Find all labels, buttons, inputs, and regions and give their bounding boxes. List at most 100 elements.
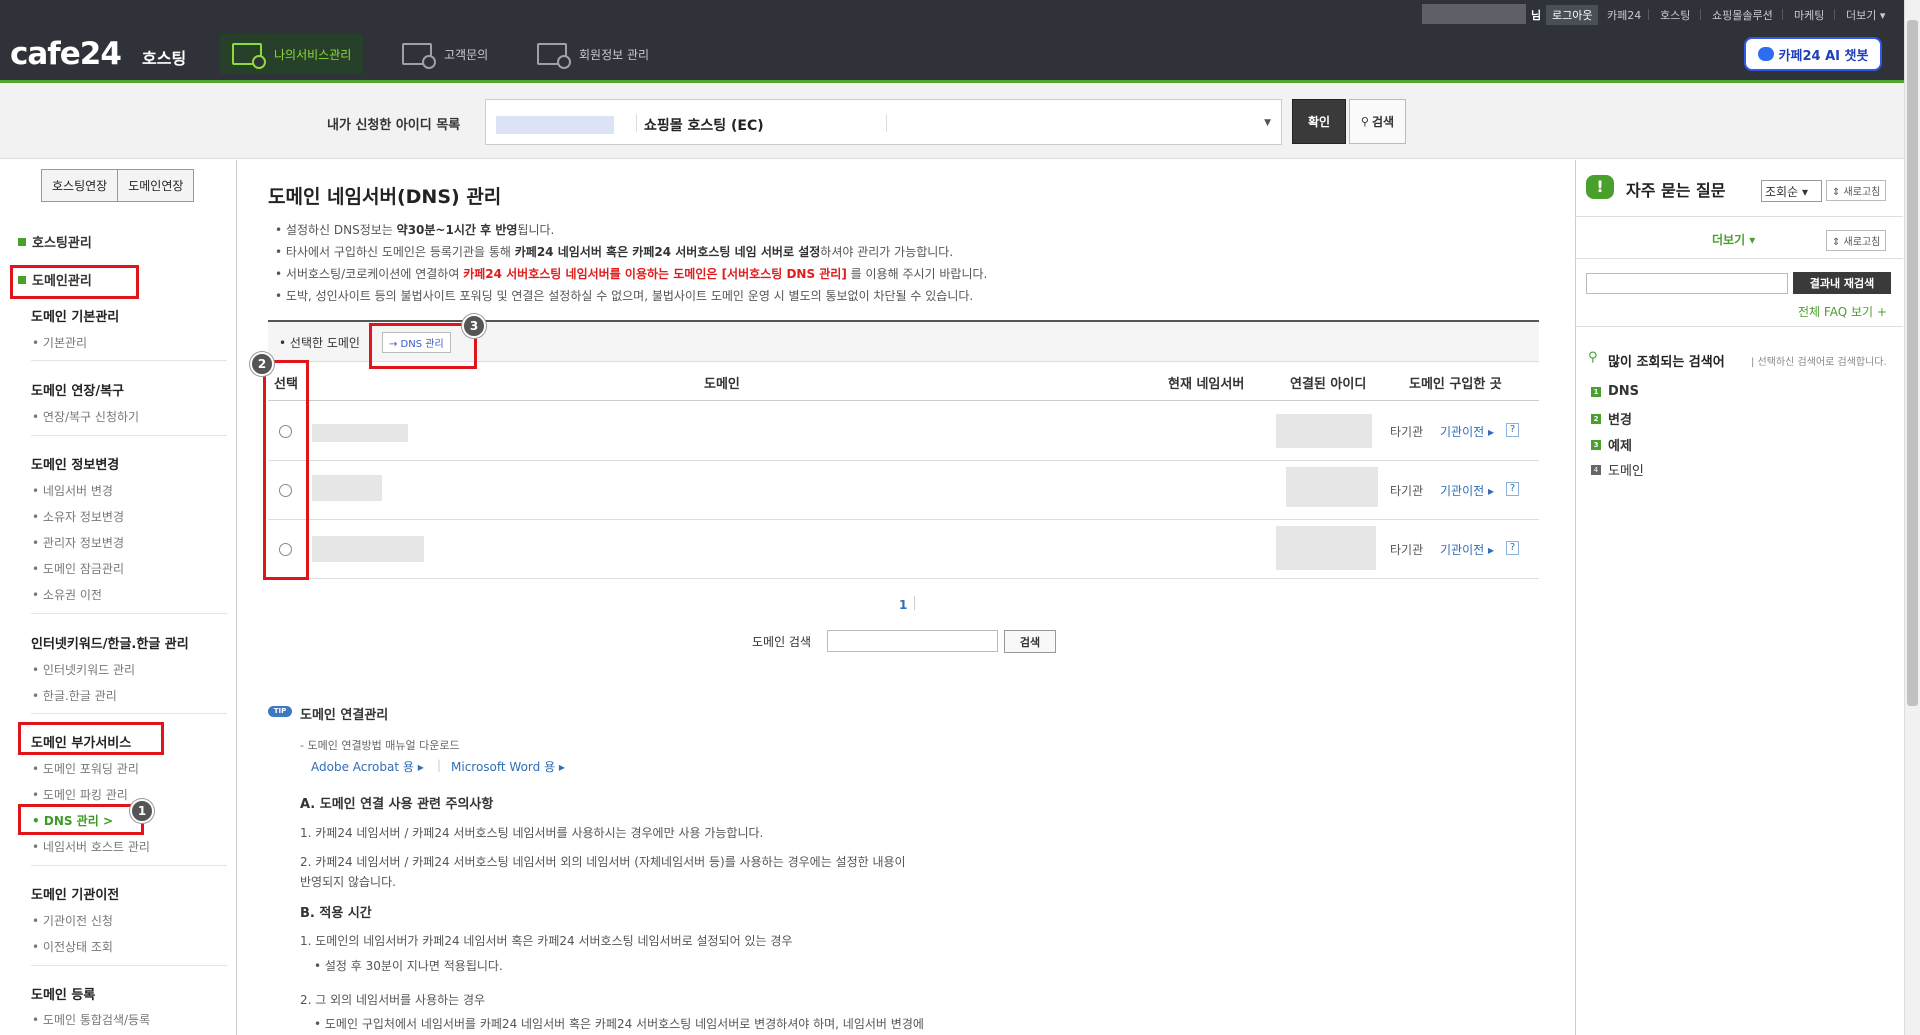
sidebar-item-owner[interactable]: • 소유자 정보변경 [32, 508, 124, 525]
tab-domain-extend[interactable]: 도메인연장 [118, 170, 193, 201]
sidebar-item-forwarding[interactable]: • 도메인 포워딩 관리 [32, 760, 139, 777]
sidebar-item-admin[interactable]: • 관리자 정보변경 [32, 534, 124, 551]
selected-domain-label: • 선택한 도메인 [279, 336, 360, 350]
transfer-link[interactable]: 기관이전 ▸ [1440, 482, 1494, 499]
id-select-bar: 내가 신청한 아이디 목록 쇼핑몰 호스팅 (EC) ▼ 확인 ⚲ 검색 [0, 83, 1920, 159]
keyword-item[interactable]: 4 도메인 [1591, 460, 1644, 479]
purchase-org: 타기관 [1390, 543, 1424, 557]
shop-solution-link[interactable]: 쇼핑몰솔루션 [1712, 7, 1773, 23]
sidebar-item-register[interactable]: • 도메인 통합검색/등록 [32, 1011, 150, 1028]
nav-member-info-label: 회원정보 관리 [579, 47, 650, 62]
highlight-dns-menu [18, 804, 144, 835]
sidebar-item-keyword[interactable]: • 인터넷키워드 관리 [32, 661, 135, 678]
sidebar-item-hosting-label: 호스팅관리 [32, 236, 92, 251]
word-link[interactable]: Microsoft Word 용 ▸ [451, 758, 565, 775]
table-row: 타기관 기관이전 ▸ ? [268, 461, 1539, 520]
group-keyword[interactable]: 인터넷키워드/한글.한글 관리 [31, 633, 189, 652]
chatbot-label: 카페24 AI 챗봇 [1778, 48, 1869, 64]
refresh-button[interactable]: ⇕ 새로고침 [1826, 230, 1887, 251]
highlight-domain-manage [10, 265, 139, 299]
section-a-1: 1. 카페24 네임서버 / 카페24 서버호스팅 네임서버를 사용하시는 경우… [300, 826, 764, 840]
sidebar-item-hosting[interactable]: 호스팅관리 [18, 232, 92, 251]
keyword-item[interactable]: 3 예제 [1591, 435, 1632, 454]
sidebar-item-ownership[interactable]: • 소유권 이전 [32, 586, 102, 603]
masked-id [496, 116, 614, 134]
purchase-org: 타기관 [1390, 425, 1424, 439]
sidebar-item-basic[interactable]: • 기본관리 [32, 334, 87, 351]
notice-1: • 설정하신 DNS정보는 약30분~1시간 후 반영됩니다. [275, 223, 555, 237]
help-icon[interactable]: ? [1506, 423, 1519, 437]
manual-download-text: - 도메인 연결방법 매뉴얼 다운로드 [300, 739, 460, 752]
monitor-gear-icon [232, 43, 266, 69]
section-b-1: 1. 도메인의 네임서버가 카페24 네임서버 혹은 카페24 서버호스팅 네임… [300, 934, 793, 948]
sidebar-item-nameserver[interactable]: • 네임서버 변경 [32, 482, 113, 499]
notice-3: • 서버호스팅/코로케이션에 연결하여 카페24 서버호스팅 네임서버를 이용하… [275, 267, 988, 281]
cafe24-logo[interactable]: cafe24 [10, 38, 122, 70]
col-purchased: 도메인 구입한 곳 [1409, 377, 1502, 392]
hosting-link[interactable]: 호스팅 [1660, 7, 1690, 23]
faq-search-input[interactable] [1586, 273, 1788, 294]
notice-2: • 타사에서 구입하신 도메인은 등록기관을 통해 카페24 네임서버 혹은 카… [275, 245, 954, 259]
square-bullet-icon [18, 237, 26, 246]
popular-keywords-desc: | 선택하신 검색어로 검색합니다. [1751, 357, 1887, 368]
sort-select[interactable]: 조회순 ▾ [1761, 180, 1822, 202]
result-search-button[interactable]: 결과내 재검색 [1793, 272, 1891, 294]
cafe24-link[interactable]: 카페24 [1607, 7, 1641, 23]
marketing-link[interactable]: 마케팅 [1794, 7, 1824, 23]
masked-id [1276, 526, 1376, 570]
sidebar-item-parking[interactable]: • 도메인 파킹 관리 [32, 786, 128, 803]
nav-customer-inquiry[interactable]: 고객문의 [390, 34, 500, 74]
help-icon[interactable]: ? [1506, 482, 1519, 496]
faq-more-link[interactable]: 더보기 ▾ [1712, 231, 1755, 248]
domain-search-input[interactable] [827, 630, 998, 652]
page-title: 도메인 네임서버(DNS) 관리 [268, 186, 502, 208]
sidebar-item-ns-host[interactable]: • 네임서버 호스트 관리 [32, 838, 150, 855]
sidebar-item-transfer-apply[interactable]: • 기관이전 신청 [32, 912, 113, 929]
table-row: 타기관 기관이전 ▸ ? [268, 520, 1539, 579]
tab-hosting-extend[interactable]: 호스팅연장 [42, 170, 119, 201]
transfer-link[interactable]: 기관이전 ▸ [1440, 541, 1494, 558]
section-b-2: 2. 그 외의 네임서버를 사용하는 경우 [300, 993, 486, 1007]
domain-search-button[interactable]: 검색 [1004, 630, 1056, 653]
logout-link[interactable]: 로그아웃 [1546, 5, 1599, 25]
refresh-button[interactable]: ⇕ 새로고침 [1826, 180, 1887, 201]
notice-list: • 설정하신 DNS정보는 약30분~1시간 후 반영됩니다. • 타사에서 구… [275, 219, 987, 307]
sidebar-item-extend[interactable]: • 연장/복구 신청하기 [32, 408, 139, 425]
masked-id [1286, 467, 1378, 507]
masked-domain [312, 536, 424, 562]
keyword-item[interactable]: 1 DNS [1591, 384, 1639, 399]
id-select[interactable]: 쇼핑몰 호스팅 (EC) ▼ [485, 99, 1282, 145]
tip-title: 도메인 연결관리 [300, 708, 389, 723]
faq-bubble-icon: ! [1586, 175, 1614, 199]
keyword-item[interactable]: 2 변경 [1591, 409, 1632, 428]
user-suffix: 님 [1531, 9, 1542, 22]
sidebar-item-hangul[interactable]: • 한글.한글 관리 [32, 687, 117, 704]
acrobat-link[interactable]: Adobe Acrobat 용 ▸ [311, 758, 424, 775]
nav-customer-inquiry-label: 고객문의 [444, 47, 489, 62]
section-b-1-sub: • 설정 후 30분이 지나면 적용됩니다. [314, 959, 503, 973]
group-transfer[interactable]: 도메인 기관이전 [31, 884, 119, 903]
all-faq-link[interactable]: 전체 FAQ 보기 + [1798, 303, 1887, 320]
confirm-button[interactable]: 확인 [1292, 99, 1346, 144]
help-icon[interactable]: ? [1506, 541, 1519, 555]
nav-my-service-label: 나의서비스관리 [274, 47, 352, 62]
group-register[interactable]: 도메인 등록 [31, 984, 95, 1003]
group-domain-info[interactable]: 도메인 정보변경 [31, 454, 119, 473]
page-number[interactable]: 1 [899, 598, 907, 612]
group-domain-extend[interactable]: 도메인 연장/복구 [31, 380, 124, 399]
search-icon: ⚲ [1588, 350, 1598, 365]
highlight-select-column [263, 360, 309, 580]
ai-chatbot-button[interactable]: 카페24 AI 챗봇 [1744, 37, 1882, 71]
col-linked-id: 연결된 아이디 [1290, 377, 1367, 392]
transfer-link[interactable]: 기관이전 ▸ [1440, 423, 1494, 440]
sidebar-item-lock[interactable]: • 도메인 잠금관리 [32, 560, 124, 577]
search-button[interactable]: ⚲ 검색 [1349, 99, 1406, 144]
group-domain-basic[interactable]: 도메인 기본관리 [31, 306, 119, 325]
nav-my-service[interactable]: 나의서비스관리 [220, 34, 363, 74]
scrollbar-thumb[interactable] [1907, 20, 1918, 706]
nav-member-info[interactable]: 회원정보 관리 [525, 34, 665, 74]
section-b-title: B. 적용 시간 [300, 906, 372, 921]
sidebar-item-transfer-status[interactable]: • 이전상태 조회 [32, 938, 113, 955]
search-button-label: 검색 [1371, 115, 1395, 129]
more-menu-link[interactable]: 더보기 ▾ [1846, 7, 1885, 23]
